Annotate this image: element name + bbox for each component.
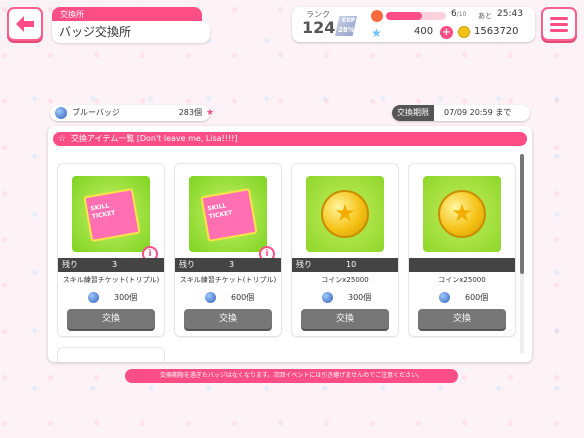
blue-badge-icon (55, 107, 67, 119)
star-icon: ★ (371, 26, 382, 40)
back-arrow-icon (16, 16, 34, 32)
stock-label: 残り (296, 260, 312, 269)
lp-gauge-fill (386, 12, 422, 20)
menu-button[interactable] (541, 7, 577, 41)
badge-name: ブルーバッジ (72, 108, 120, 117)
cost-value: 300個 (114, 293, 138, 302)
stock-value: 3 (112, 260, 118, 269)
coin-image: ★ (423, 176, 501, 252)
rank-value: 124 (302, 18, 336, 37)
star-icon: ☆ (58, 134, 67, 144)
skill-ticket-image: SKILL TICKET (189, 176, 267, 252)
cost-row: 600個 (175, 291, 281, 305)
ticket-label: SKILL TICKET (207, 202, 233, 221)
coin-icon: ★ (438, 190, 486, 238)
stock-row: 残り 3 (175, 258, 281, 272)
menu-icon-line (550, 28, 568, 32)
footer-notice: 交換期限を過ぎたバッジはなくなります。次回イベントには引き継げませんのでご注意く… (125, 369, 458, 383)
cost-row: 600個 (409, 291, 515, 305)
item-card[interactable]: SKILL TICKET i 残り 3 スキル練習チケット(トリプル) 600個… (175, 164, 281, 336)
item-card[interactable]: ★ コインx25000 600個 交換 (409, 164, 515, 336)
menu-icon (550, 16, 568, 20)
item-name: コインx25000 (438, 276, 486, 284)
coin-icon: ★ (321, 190, 369, 238)
item-card[interactable]: ★ 残り 10 コインx25000 300個 交換 (292, 164, 398, 336)
exp-percent: 28% (338, 26, 355, 34)
stock-row: 残り 10 (292, 258, 398, 272)
badge-count: 283個 (178, 108, 202, 117)
scrollbar-thumb[interactable] (520, 154, 524, 274)
item-name: スキル練習チケット(トリプル) (62, 276, 160, 284)
stock-row: 残り 3 (58, 258, 164, 272)
coin-count: 1563720 (474, 26, 519, 37)
cost-row: 300個 (58, 291, 164, 305)
ticket-icon: SKILL TICKET (200, 188, 258, 242)
flame-icon (371, 10, 383, 22)
star-count: 400 (414, 26, 434, 37)
period-value: 07/09 20:59 まで (444, 108, 512, 117)
exchange-button[interactable]: 交換 (418, 309, 506, 329)
page-title: バッジ交換所 (52, 21, 210, 43)
panel-heading-text: 交換アイテム一覧 [Don't leave me, Lisa!!!!] (71, 134, 238, 143)
coin-image: ★ (306, 176, 384, 252)
cost-value: 600個 (465, 293, 489, 302)
lp-gauge (386, 12, 446, 20)
cost-value: 600個 (231, 293, 255, 302)
back-button[interactable] (7, 7, 43, 41)
page-title-block: 交換所 バッジ交換所 (52, 7, 210, 43)
cost-row: 300個 (292, 291, 398, 305)
coin-icon (458, 26, 470, 38)
lp-next-time: 25:43 (497, 9, 523, 19)
blue-badge-icon (205, 292, 216, 303)
blue-badge-icon (322, 292, 333, 303)
item-card[interactable]: SKILL TICKET i 残り 3 スキル練習チケット(トリプル) 300個… (58, 164, 164, 336)
star-icon: ★ (451, 199, 473, 227)
exp-label: EXP (342, 17, 356, 24)
lp-value: 6/10 (451, 9, 466, 19)
skill-ticket-image: SKILL TICKET (72, 176, 150, 252)
lp-max: /10 (456, 11, 467, 18)
star-icon: ★ (334, 199, 356, 227)
period-label: 交換期限 (392, 105, 434, 121)
menu-icon-line (550, 22, 568, 26)
item-name: スキル練習チケット(トリプル) (179, 276, 277, 284)
star-decoration-icon: ★ (206, 108, 215, 118)
ticket-icon: SKILL TICKET (83, 188, 141, 242)
exchange-button[interactable]: 交換 (67, 309, 155, 329)
exchange-button[interactable]: 交換 (301, 309, 389, 329)
exchange-period: 交換期限 07/09 20:59 まで (392, 105, 530, 121)
stock-row (409, 258, 515, 272)
scrollbar[interactable] (520, 154, 524, 354)
badge-counter: ブルーバッジ 283個 (50, 105, 210, 121)
exchange-panel: ☆ 交換アイテム一覧 [Don't leave me, Lisa!!!!] SK… (48, 126, 532, 362)
item-card-partial (58, 348, 164, 362)
item-name: コインx25000 (321, 276, 369, 284)
stock-label: 残り (62, 260, 78, 269)
stock-value: 10 (346, 260, 357, 269)
stock-label: 残り (179, 260, 195, 269)
stock-value: 3 (229, 260, 235, 269)
exchange-button[interactable]: 交換 (184, 309, 272, 329)
lp-next-label: あと (478, 12, 492, 20)
cost-value: 300個 (348, 293, 372, 302)
blue-badge-icon (439, 292, 450, 303)
player-status-bar: ランク 124 EXP 28% 6/10 あと 25:43 ★ 400 + 15… (292, 7, 535, 42)
panel-heading: ☆ 交換アイテム一覧 [Don't leave me, Lisa!!!!] (53, 132, 527, 146)
blue-badge-icon (88, 292, 99, 303)
add-stars-button[interactable]: + (440, 26, 453, 39)
ticket-label: SKILL TICKET (90, 202, 116, 221)
